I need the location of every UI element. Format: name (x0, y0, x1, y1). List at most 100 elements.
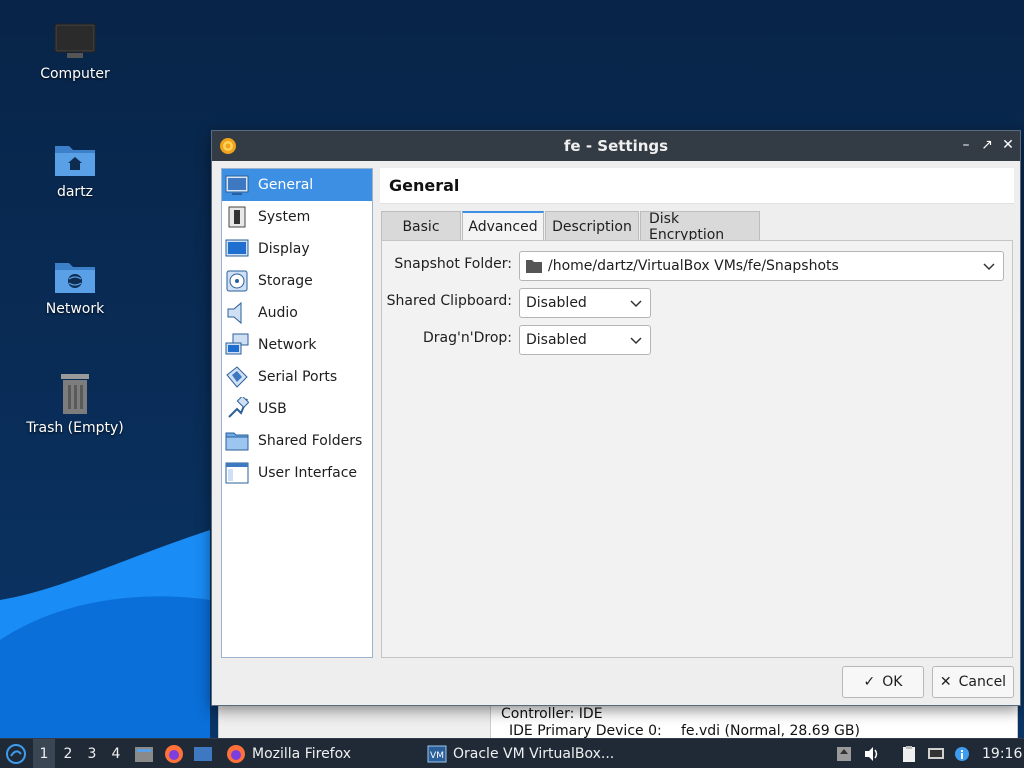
workspace-4[interactable]: 4 (105, 739, 127, 768)
shared-folders-icon (225, 432, 249, 451)
snapshot-folder-select[interactable]: /home/dartz/VirtualBox VMs/fe/Snapshots (519, 251, 1004, 281)
sidebar-item-label: Shared Folders (258, 433, 363, 449)
details-device-value: fe.vdi (Normal, 28.69 GB) (681, 723, 860, 739)
sidebar-item-display[interactable]: Display (222, 233, 372, 265)
desktop-icon-label: Trash (Empty) (26, 420, 124, 436)
ok-button-label: OK (882, 674, 903, 690)
firefox-launcher[interactable] (164, 739, 184, 768)
task-firefox[interactable]: Mozilla Firefox (222, 739, 418, 768)
drag-n-drop-label: Drag'n'Drop: (423, 330, 512, 346)
advanced-tab-content: Snapshot Folder: /home/dartz/VirtualBox … (381, 240, 1013, 658)
trash-icon (61, 374, 89, 414)
sidebar-item-storage[interactable]: Storage (222, 265, 372, 297)
clock[interactable]: 19:16 (982, 739, 1022, 768)
sidebar-item-label: Serial Ports (258, 369, 338, 385)
task-label: Mozilla Firefox (252, 746, 352, 762)
dialog-titlebar[interactable]: fe - Settings – ↗ ✕ (212, 131, 1020, 161)
sidebar-item-shared-folders[interactable]: Shared Folders (222, 425, 372, 457)
start-menu-button[interactable] (3, 739, 29, 768)
sidebar-item-label: Storage (258, 273, 313, 289)
tab-basic[interactable]: Basic (381, 211, 461, 241)
chevron-down-icon (630, 337, 642, 345)
vm-list-panel (219, 701, 491, 741)
computer-icon (54, 23, 96, 58)
network-folder-icon (55, 263, 95, 293)
sidebar-item-network[interactable]: Network (222, 329, 372, 361)
sidebar-item-label: Display (258, 241, 310, 257)
volume-icon[interactable] (863, 745, 881, 763)
home-folder-icon (55, 146, 95, 176)
details-controller: Controller: IDE (501, 706, 603, 722)
network-icon (225, 333, 249, 355)
firefox-icon (227, 745, 245, 763)
desktop-icon-label: dartz (56, 184, 94, 200)
workspace-2[interactable]: 2 (57, 739, 79, 768)
drag-n-drop-select[interactable]: Disabled (519, 325, 651, 355)
serial-ports-icon (226, 366, 248, 388)
shared-clipboard-value: Disabled (526, 295, 587, 311)
system-icon (228, 206, 246, 228)
tab-advanced[interactable]: Advanced (462, 211, 544, 241)
settings-dialog: fe - Settings – ↗ ✕ General System Displ… (211, 130, 1021, 706)
snapshot-folder-label: Snapshot Folder: (394, 256, 512, 272)
display-icon (225, 239, 249, 257)
details-device-label: IDE Primary Device 0: (509, 723, 662, 739)
dialog-title: fe - Settings (563, 137, 669, 155)
shared-clipboard-label: Shared Clipboard: (386, 293, 512, 309)
desktop-icon-network[interactable]: Network (0, 257, 150, 317)
audio-icon (227, 301, 242, 325)
file-manager-icon (135, 747, 153, 762)
check-icon: ✓ (863, 674, 876, 690)
sidebar-item-system[interactable]: System (222, 201, 372, 233)
shared-clipboard-select[interactable]: Disabled (519, 288, 651, 318)
sidebar-item-label: Network (258, 337, 317, 353)
tab-disk-encryption[interactable]: Disk Encryption (640, 211, 760, 243)
lubuntu-logo-icon (6, 744, 26, 764)
folder-icon (526, 260, 542, 273)
show-desktop-button[interactable] (193, 739, 213, 768)
cancel-button-label: Cancel (958, 674, 1007, 690)
virtualbox-main-window: Controller: IDE IDE Primary Device 0: fe… (218, 700, 1018, 741)
sidebar-item-label: System (258, 209, 311, 225)
settings-sidebar: General System Display Storage Audio Net… (221, 168, 373, 658)
workspace-3[interactable]: 3 (81, 739, 103, 768)
updates-icon[interactable] (835, 745, 853, 763)
network-status-icon[interactable] (927, 745, 945, 763)
firefox-icon (165, 745, 183, 763)
close-button[interactable]: ✕ (999, 136, 1017, 154)
sidebar-item-label: General (258, 177, 314, 193)
desktop-icon-computer[interactable]: Computer (0, 22, 150, 82)
sidebar-item-user-interface[interactable]: User Interface (222, 457, 372, 489)
chevron-down-icon (983, 263, 995, 271)
drag-n-drop-value: Disabled (526, 332, 587, 348)
info-icon[interactable] (953, 745, 971, 763)
desktop-icon-home-folder[interactable]: dartz (0, 140, 150, 200)
desktop-icon-label: Computer (40, 66, 110, 82)
section-header: General (380, 168, 1014, 204)
taskbar: 1 2 3 4 Mozilla Firefox VM Oracle VM Vir… (0, 738, 1024, 768)
clipboard-icon[interactable] (900, 745, 918, 763)
virtualbox-icon: VM (427, 745, 447, 763)
desktop-icon-label: Network (45, 301, 105, 317)
svg-text:VM: VM (430, 751, 444, 761)
task-virtualbox[interactable]: VM Oracle VM VirtualBox... (424, 739, 634, 768)
general-icon (225, 175, 249, 195)
tab-bar: Basic Advanced Description Disk Encrypti… (381, 211, 761, 243)
minimize-button[interactable]: – (957, 136, 975, 154)
ok-button[interactable]: ✓ OK (842, 666, 924, 698)
sidebar-item-usb[interactable]: USB (222, 393, 372, 425)
sidebar-item-serial-ports[interactable]: Serial Ports (222, 361, 372, 393)
workspace-1[interactable]: 1 (33, 739, 55, 768)
sidebar-item-general[interactable]: General (222, 169, 372, 201)
sidebar-item-label: Audio (258, 305, 298, 321)
sidebar-item-label: USB (258, 401, 287, 417)
tab-description[interactable]: Description (545, 211, 639, 241)
sidebar-item-label: User Interface (258, 465, 358, 481)
cancel-button[interactable]: ✕ Cancel (932, 666, 1014, 698)
desktop-icon-trash[interactable]: Trash (Empty) (0, 372, 150, 436)
x-icon: ✕ (939, 674, 952, 690)
file-manager-launcher[interactable] (134, 739, 154, 768)
maximize-button[interactable]: ↗ (978, 136, 996, 154)
sidebar-item-audio[interactable]: Audio (222, 297, 372, 329)
chevron-down-icon (630, 300, 642, 308)
